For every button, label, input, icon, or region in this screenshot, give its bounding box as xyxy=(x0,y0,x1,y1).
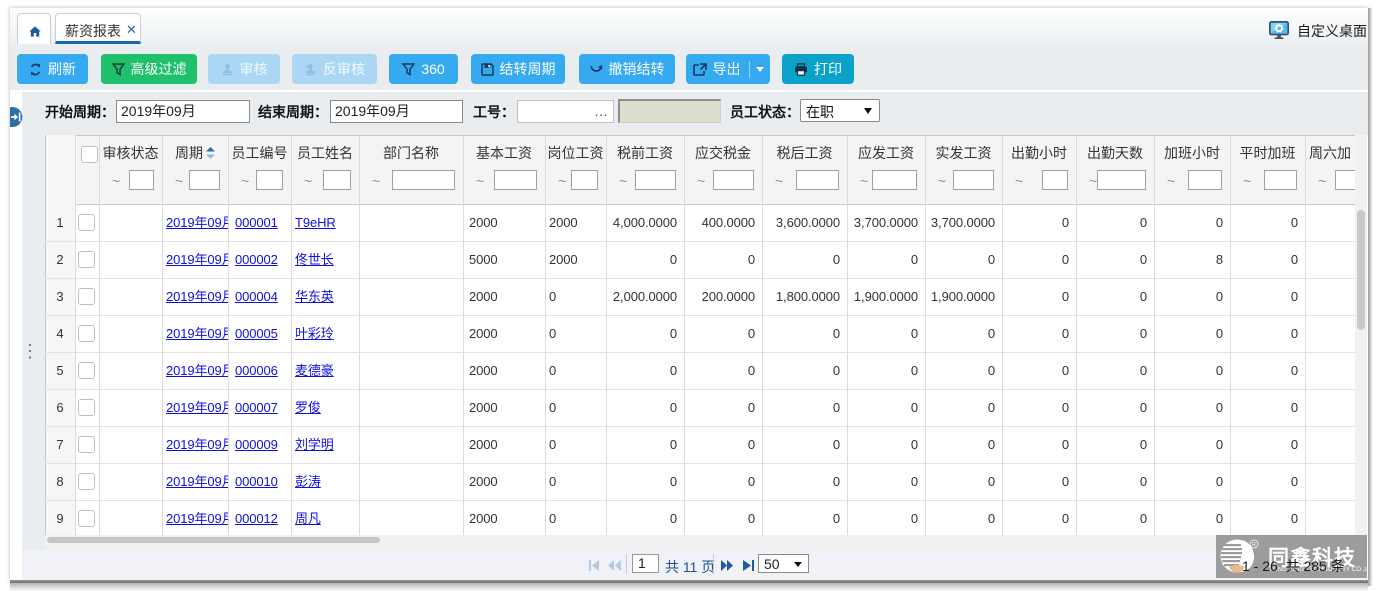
svg-text:R: R xyxy=(1252,542,1256,548)
